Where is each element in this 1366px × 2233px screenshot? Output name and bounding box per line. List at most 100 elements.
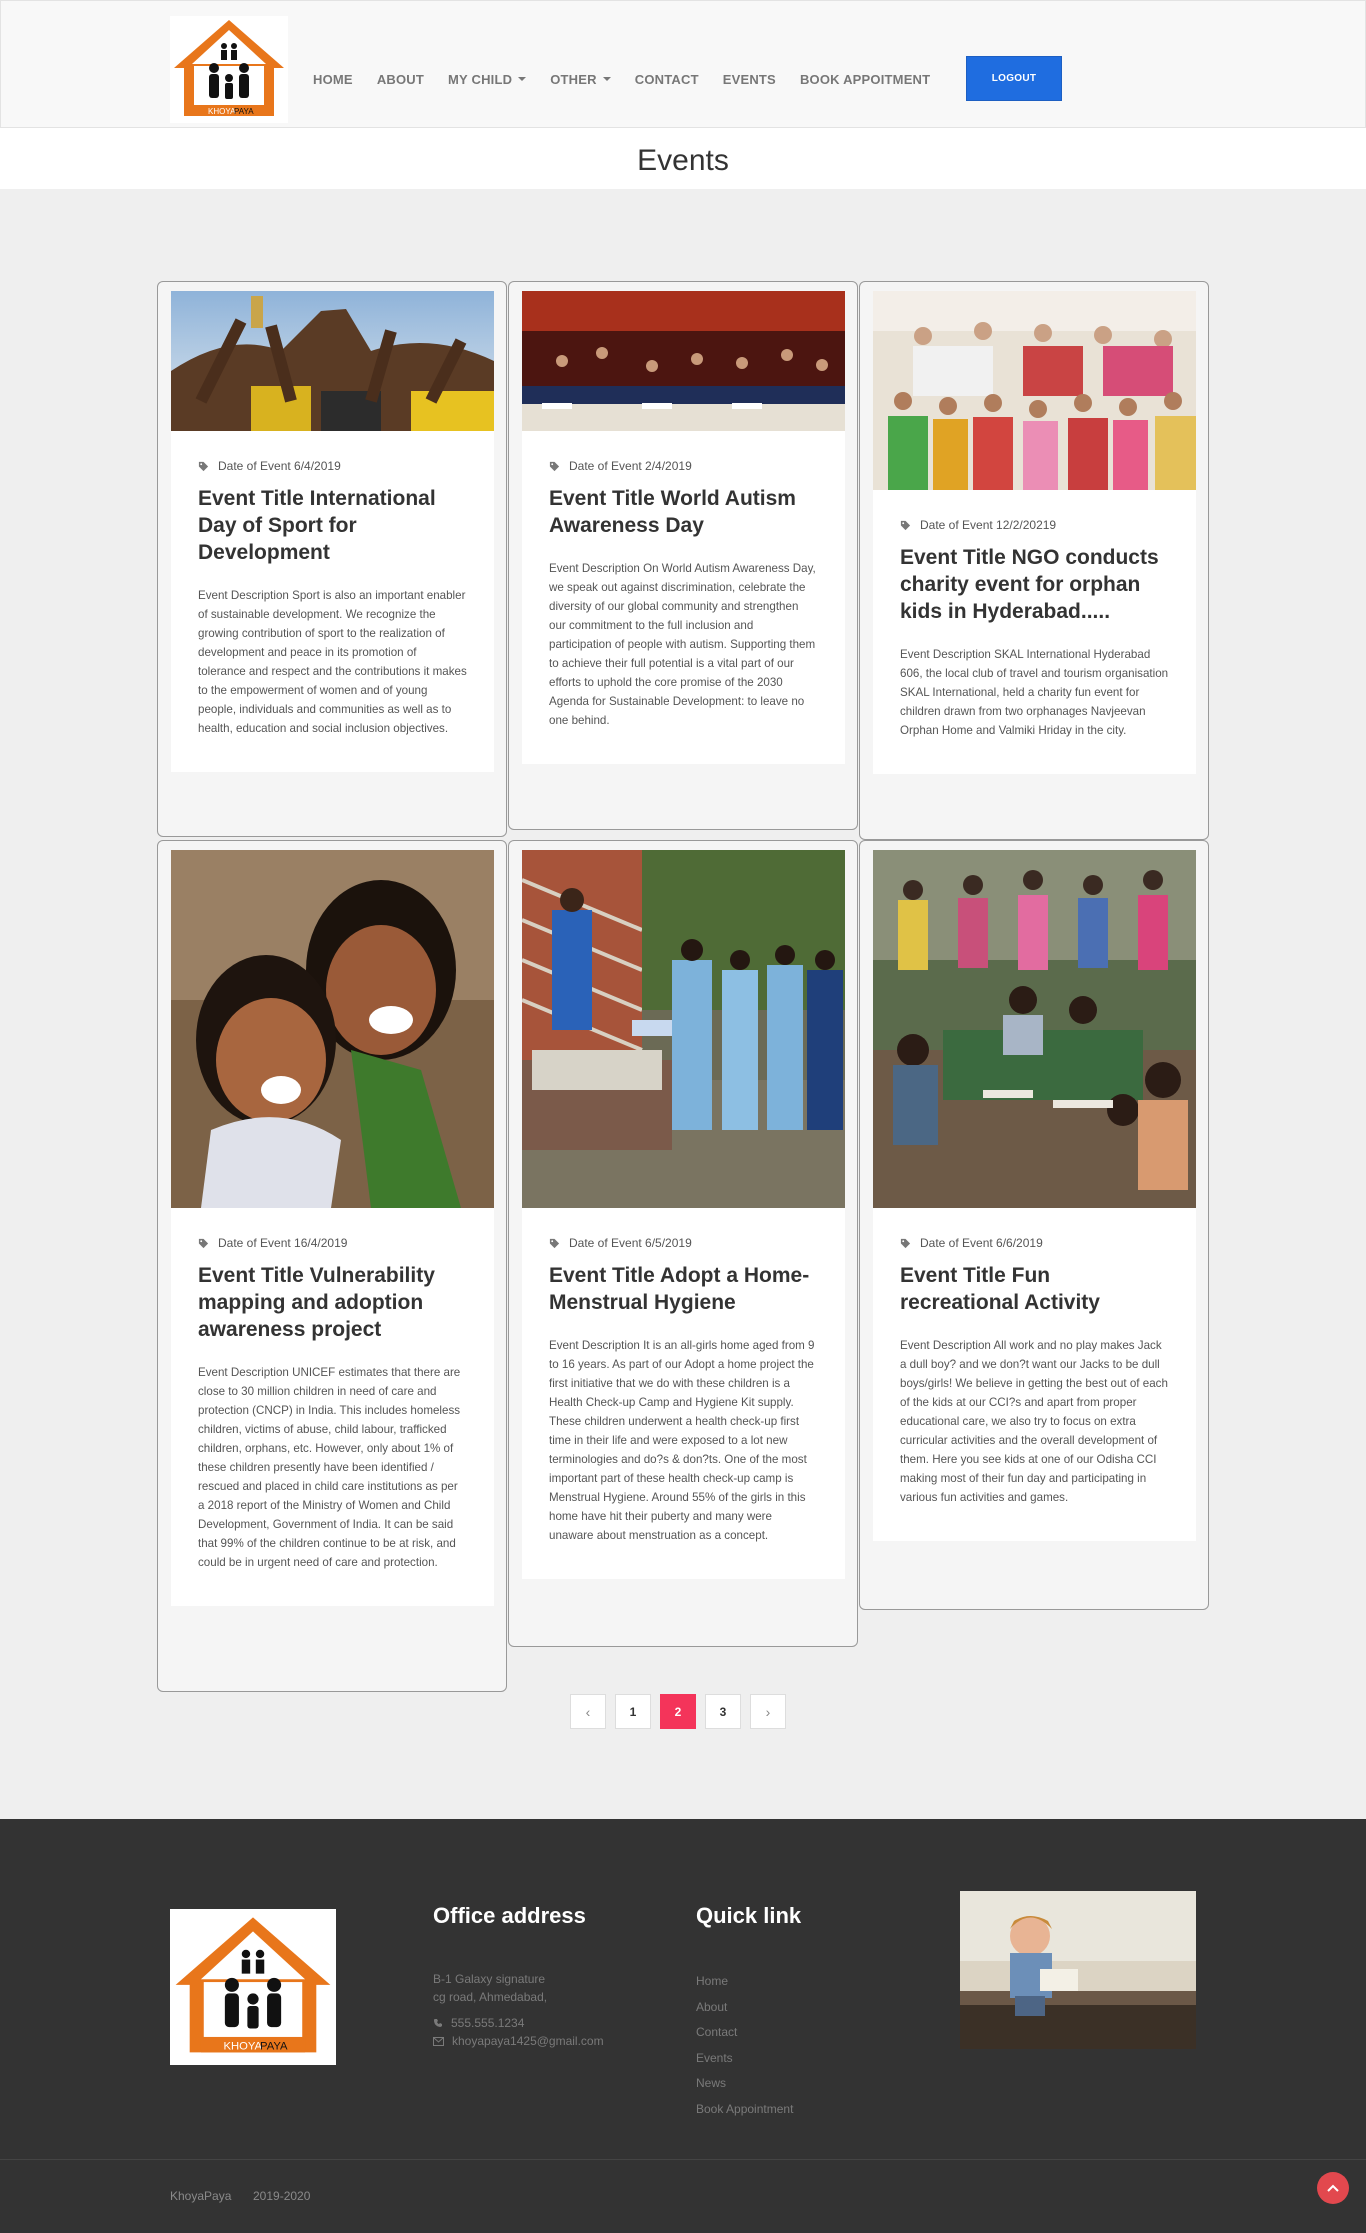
- footer-link-news[interactable]: News: [696, 2071, 793, 2097]
- event-card-content: Date of Event 16/4/2019 Event Title Vuln…: [171, 850, 494, 1606]
- footer-office-heading: Office address: [433, 1903, 586, 1928]
- event-date: Date of Event 6/6/2019: [900, 1236, 1169, 1250]
- footer-year: 2019-2020: [253, 2189, 311, 2203]
- event-card-content: Date of Event 6/5/2019 Event Title Adopt…: [522, 850, 845, 1579]
- footer-link-book-appointment[interactable]: Book Appointment: [696, 2097, 793, 2123]
- event-description: Event Description All work and no play m…: [900, 1339, 1168, 1504]
- event-date: Date of Event 16/4/2019: [198, 1236, 467, 1250]
- nav-contact-label: CONTACT: [634, 71, 699, 87]
- footer-copyright: KhoyaPaya: [170, 2189, 232, 2203]
- footer-child-reading-photo: [960, 1891, 1196, 2049]
- event-card[interactable]: Date of Event 6/4/2019 Event Title Inter…: [157, 281, 507, 837]
- pagination-page-3[interactable]: 3: [705, 1694, 741, 1729]
- nav-home-label: HOME: [313, 71, 353, 87]
- nav-other-dropdown[interactable]: OTHER: [538, 72, 623, 87]
- event-card-content: Date of Event 6/6/2019 Event Title Fun r…: [873, 850, 1196, 1541]
- tag-icon: [549, 461, 560, 471]
- footer-logo-text-left: KHOYA: [223, 2041, 262, 2053]
- page-title-bar: Events: [0, 128, 1366, 189]
- event-date: Date of Event 6/4/2019: [198, 459, 467, 473]
- event-date-text: Date of Event 6/5/2019: [569, 1236, 692, 1250]
- event-image-hygiene-camp: [522, 850, 845, 1208]
- event-image-orphan-kids: [873, 291, 1196, 490]
- event-card-content: Date of Event 6/4/2019 Event Title Inter…: [171, 291, 494, 772]
- tag-icon: [900, 520, 911, 530]
- footer-link-events[interactable]: Events: [696, 2046, 793, 2072]
- event-title[interactable]: Event Title International Day of Sport f…: [198, 485, 467, 566]
- event-title[interactable]: Event Title Adopt a Home-Menstrual Hygie…: [549, 1262, 818, 1316]
- tag-icon: [198, 461, 209, 471]
- tag-icon: [198, 1238, 209, 1248]
- nav-my-child-dropdown[interactable]: MY CHILD: [436, 72, 538, 87]
- event-title[interactable]: Event Title Fun recreational Activity: [900, 1262, 1169, 1316]
- event-image-laughing-children: [171, 850, 494, 1208]
- pagination-next-button[interactable]: ›: [750, 1694, 786, 1729]
- footer-link-about[interactable]: About: [696, 1995, 793, 2021]
- chevron-up-icon: [1327, 2184, 1339, 2192]
- event-date-text: Date of Event 2/4/2019: [569, 459, 692, 473]
- event-description: Event Description It is an all-girls hom…: [549, 1339, 815, 1542]
- footer-phone-text: 555.555.1234: [451, 2016, 525, 2030]
- event-date: Date of Event 2/4/2019: [549, 459, 818, 473]
- page-title: Events: [637, 143, 729, 177]
- event-title[interactable]: Event Title World Autism Awareness Day: [549, 485, 818, 539]
- nav-home[interactable]: HOME: [301, 72, 365, 87]
- event-image-recreational-activity: [873, 850, 1196, 1208]
- nav-other-label: OTHER: [550, 71, 597, 87]
- footer-logo-text-right: PAYA: [260, 2041, 288, 2053]
- footer-logo[interactable]: KHOYA PAYA: [170, 1909, 336, 2065]
- event-image-autism: [522, 291, 845, 431]
- logo-text-left: KHOYA: [208, 107, 236, 116]
- site-footer: KHOYA PAYA Office address B-1 Galaxy sig…: [0, 1819, 1366, 2233]
- nav-events[interactable]: EVENTS: [711, 72, 788, 87]
- site-logo[interactable]: KHOYA PAYA: [170, 16, 288, 123]
- event-title[interactable]: Event Title Vulnerability mapping and ad…: [198, 1262, 467, 1343]
- pagination-page-1[interactable]: 1: [615, 1694, 651, 1729]
- footer-link-contact[interactable]: Contact: [696, 2020, 793, 2046]
- event-description: Event Description SKAL International Hyd…: [900, 648, 1169, 737]
- event-card[interactable]: Date of Event 16/4/2019 Event Title Vuln…: [157, 840, 507, 1692]
- event-description: Event Description On World Autism Awaren…: [549, 562, 816, 727]
- address-line-1: B-1 Galaxy signature: [433, 1972, 546, 1986]
- pagination-page-2-current[interactable]: 2: [660, 1694, 696, 1729]
- footer-link-home[interactable]: Home: [696, 1969, 793, 1995]
- footer-phone: 555.555.1234: [433, 2014, 524, 2032]
- event-description: Event Description UNICEF estimates that …: [198, 1366, 461, 1569]
- top-navbar: KHOYA PAYA HOME ABOUT MY CHILD OTHER CON…: [0, 0, 1366, 128]
- address-line-2: cg road, Ahmedabad,: [433, 1990, 548, 2004]
- event-date-text: Date of Event 12/2/20219: [920, 518, 1057, 532]
- event-card-content: Date of Event 12/2/20219 Event Title NGO…: [873, 291, 1196, 774]
- caret-down-icon: [602, 77, 611, 81]
- nav-about-label: ABOUT: [376, 71, 425, 87]
- pagination: ‹ 1 2 3 ›: [570, 1694, 786, 1729]
- footer-quick-links: Home About Contact Events News Book Appo…: [696, 1969, 793, 2122]
- footer-address: B-1 Galaxy signature cg road, Ahmedabad,: [433, 1970, 547, 2006]
- pagination-prev-button[interactable]: ‹: [570, 1694, 606, 1729]
- footer-email[interactable]: khoyapaya1425@gmail.com: [433, 2032, 604, 2050]
- nav-events-label: EVENTS: [722, 71, 776, 87]
- event-date-text: Date of Event 6/6/2019: [920, 1236, 1043, 1250]
- event-card-content: Date of Event 2/4/2019 Event Title World…: [522, 291, 845, 764]
- event-title[interactable]: Event Title NGO conducts charity event f…: [900, 544, 1169, 625]
- caret-down-icon: [518, 77, 527, 81]
- logo-text-right: PAYA: [234, 107, 254, 116]
- nav-about[interactable]: ABOUT: [365, 72, 436, 87]
- logout-button[interactable]: LOGOUT: [966, 56, 1062, 101]
- phone-icon: [434, 2019, 442, 2027]
- nav-my-child-label: MY CHILD: [448, 71, 513, 87]
- event-date: Date of Event 12/2/20219: [900, 518, 1169, 532]
- envelope-icon: [433, 2036, 444, 2046]
- nav-book-appointment-label: BOOK APPOITMENT: [799, 71, 931, 87]
- event-card[interactable]: Date of Event 6/5/2019 Event Title Adopt…: [508, 840, 858, 1647]
- event-date-text: Date of Event 6/4/2019: [218, 459, 341, 473]
- scroll-to-top-button[interactable]: [1317, 2172, 1349, 2204]
- event-card[interactable]: Date of Event 12/2/20219 Event Title NGO…: [859, 281, 1209, 840]
- event-description: Event Description Sport is also an impor…: [198, 589, 467, 735]
- event-card[interactable]: Date of Event 2/4/2019 Event Title World…: [508, 281, 858, 830]
- nav-contact[interactable]: CONTACT: [623, 72, 711, 87]
- tag-icon: [900, 1238, 911, 1248]
- event-date-text: Date of Event 16/4/2019: [218, 1236, 348, 1250]
- main-nav: HOME ABOUT MY CHILD OTHER CONTACT EVENTS…: [301, 57, 942, 101]
- nav-book-appointment[interactable]: BOOK APPOITMENT: [788, 72, 942, 87]
- event-card[interactable]: Date of Event 6/6/2019 Event Title Fun r…: [859, 840, 1209, 1610]
